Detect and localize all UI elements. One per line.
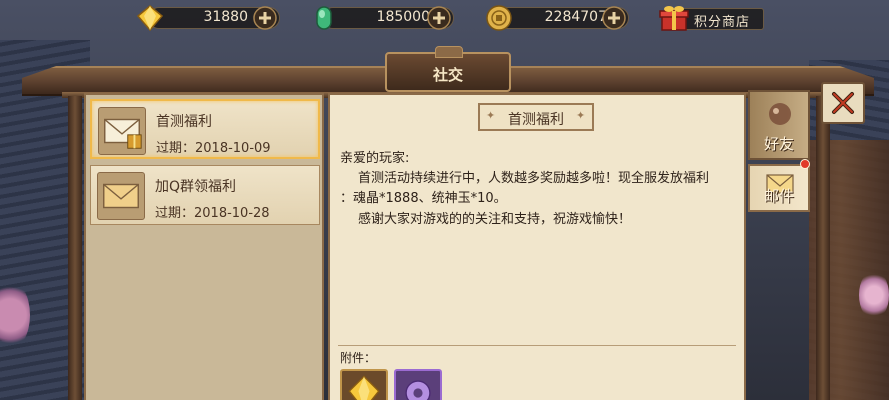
mail-body-line: ：魂晶*1888、统神玉*10。 — [340, 191, 507, 206]
tab-mail-label: 邮件 — [763, 187, 794, 205]
jade-icon — [316, 6, 332, 30]
gem-resource: 31880 — [136, 4, 286, 32]
points-shop-button[interactable]: 积分商店 — [656, 2, 766, 34]
window-title-plate: 社交 — [385, 46, 511, 92]
ornament-icon: ✦ — [576, 109, 586, 122]
tab-mail[interactable]: 邮件 — [748, 164, 810, 212]
friends-icon — [769, 103, 791, 125]
mail-body-line: 感谢大家对游戏的的关注和支持，祝游戏愉快！ — [358, 212, 632, 227]
tab-friends-label: 好友 — [763, 135, 794, 153]
close-button[interactable] — [821, 82, 865, 124]
envelope-icon — [97, 172, 145, 220]
window-title: 社交 — [432, 66, 463, 84]
attachment-soul-crystal[interactable] — [340, 369, 388, 400]
tab-friends[interactable]: 好友 — [748, 90, 810, 160]
close-icon — [832, 92, 854, 114]
plus-icon — [602, 6, 626, 30]
attachments-divider — [338, 345, 736, 346]
gift-box-icon — [659, 6, 689, 31]
mail-title: 加Q群领福利 — [155, 179, 237, 195]
mail-title: 首测福利 — [156, 114, 212, 130]
plus-icon — [253, 6, 277, 30]
coin-count: 2284707 — [544, 9, 607, 25]
window-pillar-left — [68, 96, 82, 400]
add-coins-button[interactable] — [601, 5, 627, 31]
mail-expiry: 过期：2018-10-09 — [156, 141, 271, 156]
mail-content: ✦ 首测福利 ✦ 亲爱的玩家: 首测活动持续进行中，人数越多奖励越多啦！现全服发… — [328, 93, 746, 400]
jade-icon — [405, 380, 431, 400]
resource-bar: 31880 185000 2284707 积分商店 — [0, 0, 889, 36]
add-jade-button[interactable] — [426, 5, 452, 31]
mail-list: 首测福利 过期：2018-10-09 加Q群领福利 过期：2018-10-28 — [84, 93, 324, 400]
jade-count: 185000 — [376, 9, 430, 25]
coin-resource: 2284707 — [485, 4, 635, 32]
mail-expiry: 过期：2018-10-28 — [155, 206, 270, 221]
points-shop-label: 积分商店 — [694, 15, 751, 30]
gem-count: 31880 — [203, 9, 248, 25]
gem-icon — [348, 375, 380, 400]
mail-greeting: 亲爱的玩家: — [340, 151, 410, 166]
jade-resource: 185000 — [310, 4, 460, 32]
envelope-icon — [98, 107, 146, 155]
attachments-label: 附件： — [340, 351, 377, 365]
plus-icon — [427, 6, 451, 30]
mail-list-item[interactable]: 首测福利 过期：2018-10-09 — [90, 99, 320, 159]
notification-badge — [800, 159, 810, 169]
mail-body-line: 首测活动持续进行中，人数越多奖励越多啦！现全服发放福利 — [358, 171, 710, 186]
mail-content-title-plate: ✦ 首测福利 ✦ — [478, 103, 594, 131]
gem-icon — [136, 5, 164, 32]
coin-icon — [486, 5, 512, 31]
mail-list-item[interactable]: 加Q群领福利 过期：2018-10-28 — [90, 165, 320, 225]
window-pillar-right — [816, 96, 830, 400]
add-gems-button[interactable] — [252, 5, 278, 31]
attachment-jade[interactable] — [394, 369, 442, 400]
